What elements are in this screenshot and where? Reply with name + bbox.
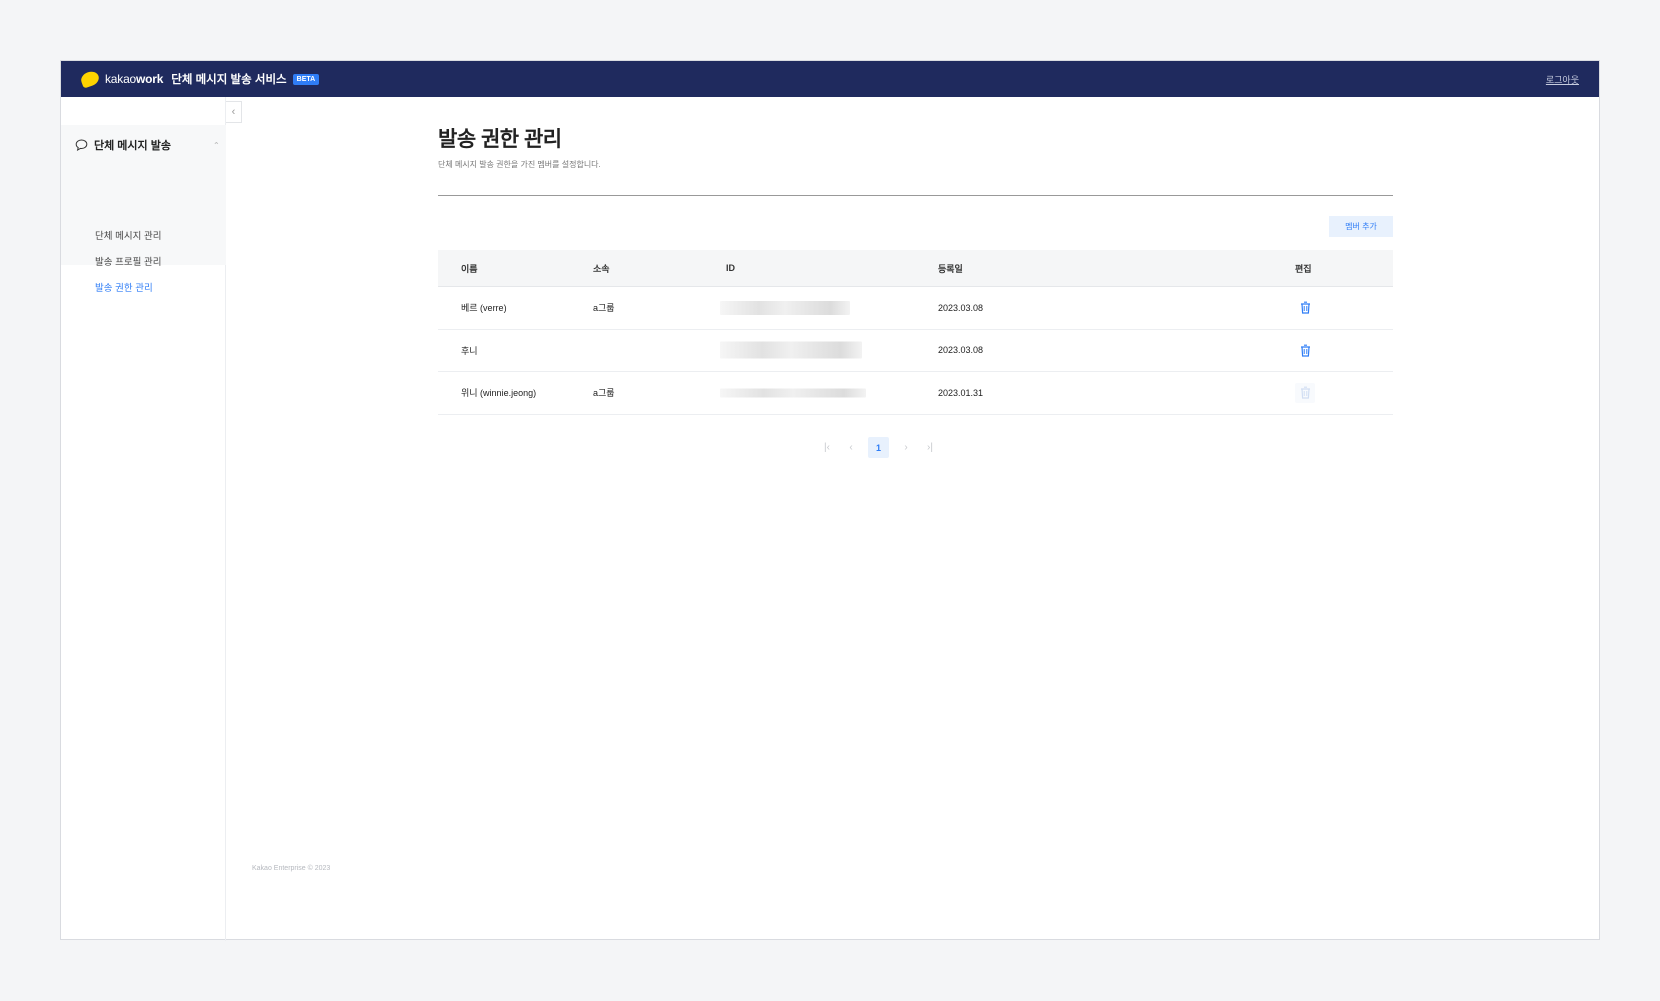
page-title: 발송 권한 관리 <box>438 128 562 151</box>
member-name: 후니 <box>461 345 478 356</box>
member-org: a그룹 <box>593 388 615 399</box>
member-id-redacted <box>720 300 850 315</box>
member-registered-date: 2023.03.08 <box>938 302 984 313</box>
title-divider <box>438 195 1393 196</box>
next-page-icon[interactable]: › <box>899 442 913 453</box>
sidebar: 단체 메시지 발송 ⌃ 단체 메시지 관리 발송 프로필 관리 발송 권한 관리 <box>61 97 226 941</box>
beta-badge: BETA <box>292 73 320 85</box>
delete-button-disabled <box>1295 382 1315 403</box>
page-description: 단체 메시지 발송 권한을 가진 멤버를 설정합니다. <box>438 160 601 169</box>
chat-bubble-icon <box>75 139 88 151</box>
delete-button[interactable] <box>1295 298 1315 318</box>
footer-copyright: Kakao Enterprise © 2023 <box>252 865 331 872</box>
table-row: 베르 (verre) a그룹 2023.03.08 <box>438 287 1393 330</box>
sidebar-item-bulk-message-manage[interactable]: 단체 메시지 관리 <box>95 228 161 242</box>
column-header-org: 소속 <box>593 263 610 274</box>
table-header: 이름 소속 ID 등록일 편집 <box>438 250 1393 287</box>
sidebar-group-label: 단체 메시지 발송 <box>94 140 171 152</box>
table-row: 후니 2023.03.08 <box>438 330 1393 372</box>
member-registered-date: 2023.01.31 <box>938 387 984 398</box>
column-header-edit: 편집 <box>1295 263 1312 274</box>
pagination: |‹ ‹ 1 › ›| <box>820 437 937 458</box>
delete-button[interactable] <box>1295 340 1315 360</box>
sidebar-group-bulk-message[interactable]: 단체 메시지 발송 ⌃ <box>75 137 220 153</box>
table-row: 위니 (winnie.jeong) a그룹 2023.01.31 <box>438 372 1393 415</box>
app-window: kakaowork 단체 메시지 발송 서비스 BETA 로그아웃 단체 메시지… <box>60 60 1600 941</box>
member-id-redacted <box>720 341 862 359</box>
last-page-icon[interactable]: ›| <box>923 442 937 453</box>
member-registered-date: 2023.03.08 <box>938 345 984 356</box>
logout-link[interactable]: 로그아웃 <box>1546 73 1579 86</box>
member-id-redacted <box>720 388 866 398</box>
trash-icon <box>1295 340 1315 360</box>
sidebar-item-profile-manage[interactable]: 발송 프로필 관리 <box>95 254 161 268</box>
member-name: 위니 (winnie.jeong) <box>461 388 537 399</box>
member-org: a그룹 <box>593 303 615 314</box>
first-page-icon[interactable]: |‹ <box>820 442 834 453</box>
trash-icon <box>1295 298 1315 318</box>
sidebar-item-permission-manage[interactable]: 발송 권한 관리 <box>95 280 153 294</box>
prev-page-icon[interactable]: ‹ <box>844 442 858 453</box>
permission-table: 이름 소속 ID 등록일 편집 베르 (verre) a그룹 2023.03.0… <box>438 250 1393 415</box>
column-header-id: ID <box>726 263 735 273</box>
main-content: 발송 권한 관리 단체 메시지 발송 권한을 가진 멤버를 설정합니다. 멤버 … <box>226 97 1599 939</box>
service-title: 단체 메시지 발송 서비스 <box>171 74 287 86</box>
brand-name: kakaowork <box>105 72 164 86</box>
top-bar: kakaowork 단체 메시지 발송 서비스 BETA 로그아웃 <box>61 61 1599 97</box>
member-name: 베르 (verre) <box>461 303 507 314</box>
kakaowork-logo-icon <box>79 69 101 89</box>
kakaowork-logo[interactable]: kakaowork <box>79 69 164 89</box>
chevron-up-icon: ⌃ <box>213 140 220 150</box>
page-number-current[interactable]: 1 <box>868 437 889 458</box>
add-member-button[interactable]: 멤버 추가 <box>1329 216 1393 237</box>
column-header-date: 등록일 <box>938 263 963 274</box>
column-header-name: 이름 <box>461 263 478 274</box>
trash-icon <box>1295 382 1315 403</box>
